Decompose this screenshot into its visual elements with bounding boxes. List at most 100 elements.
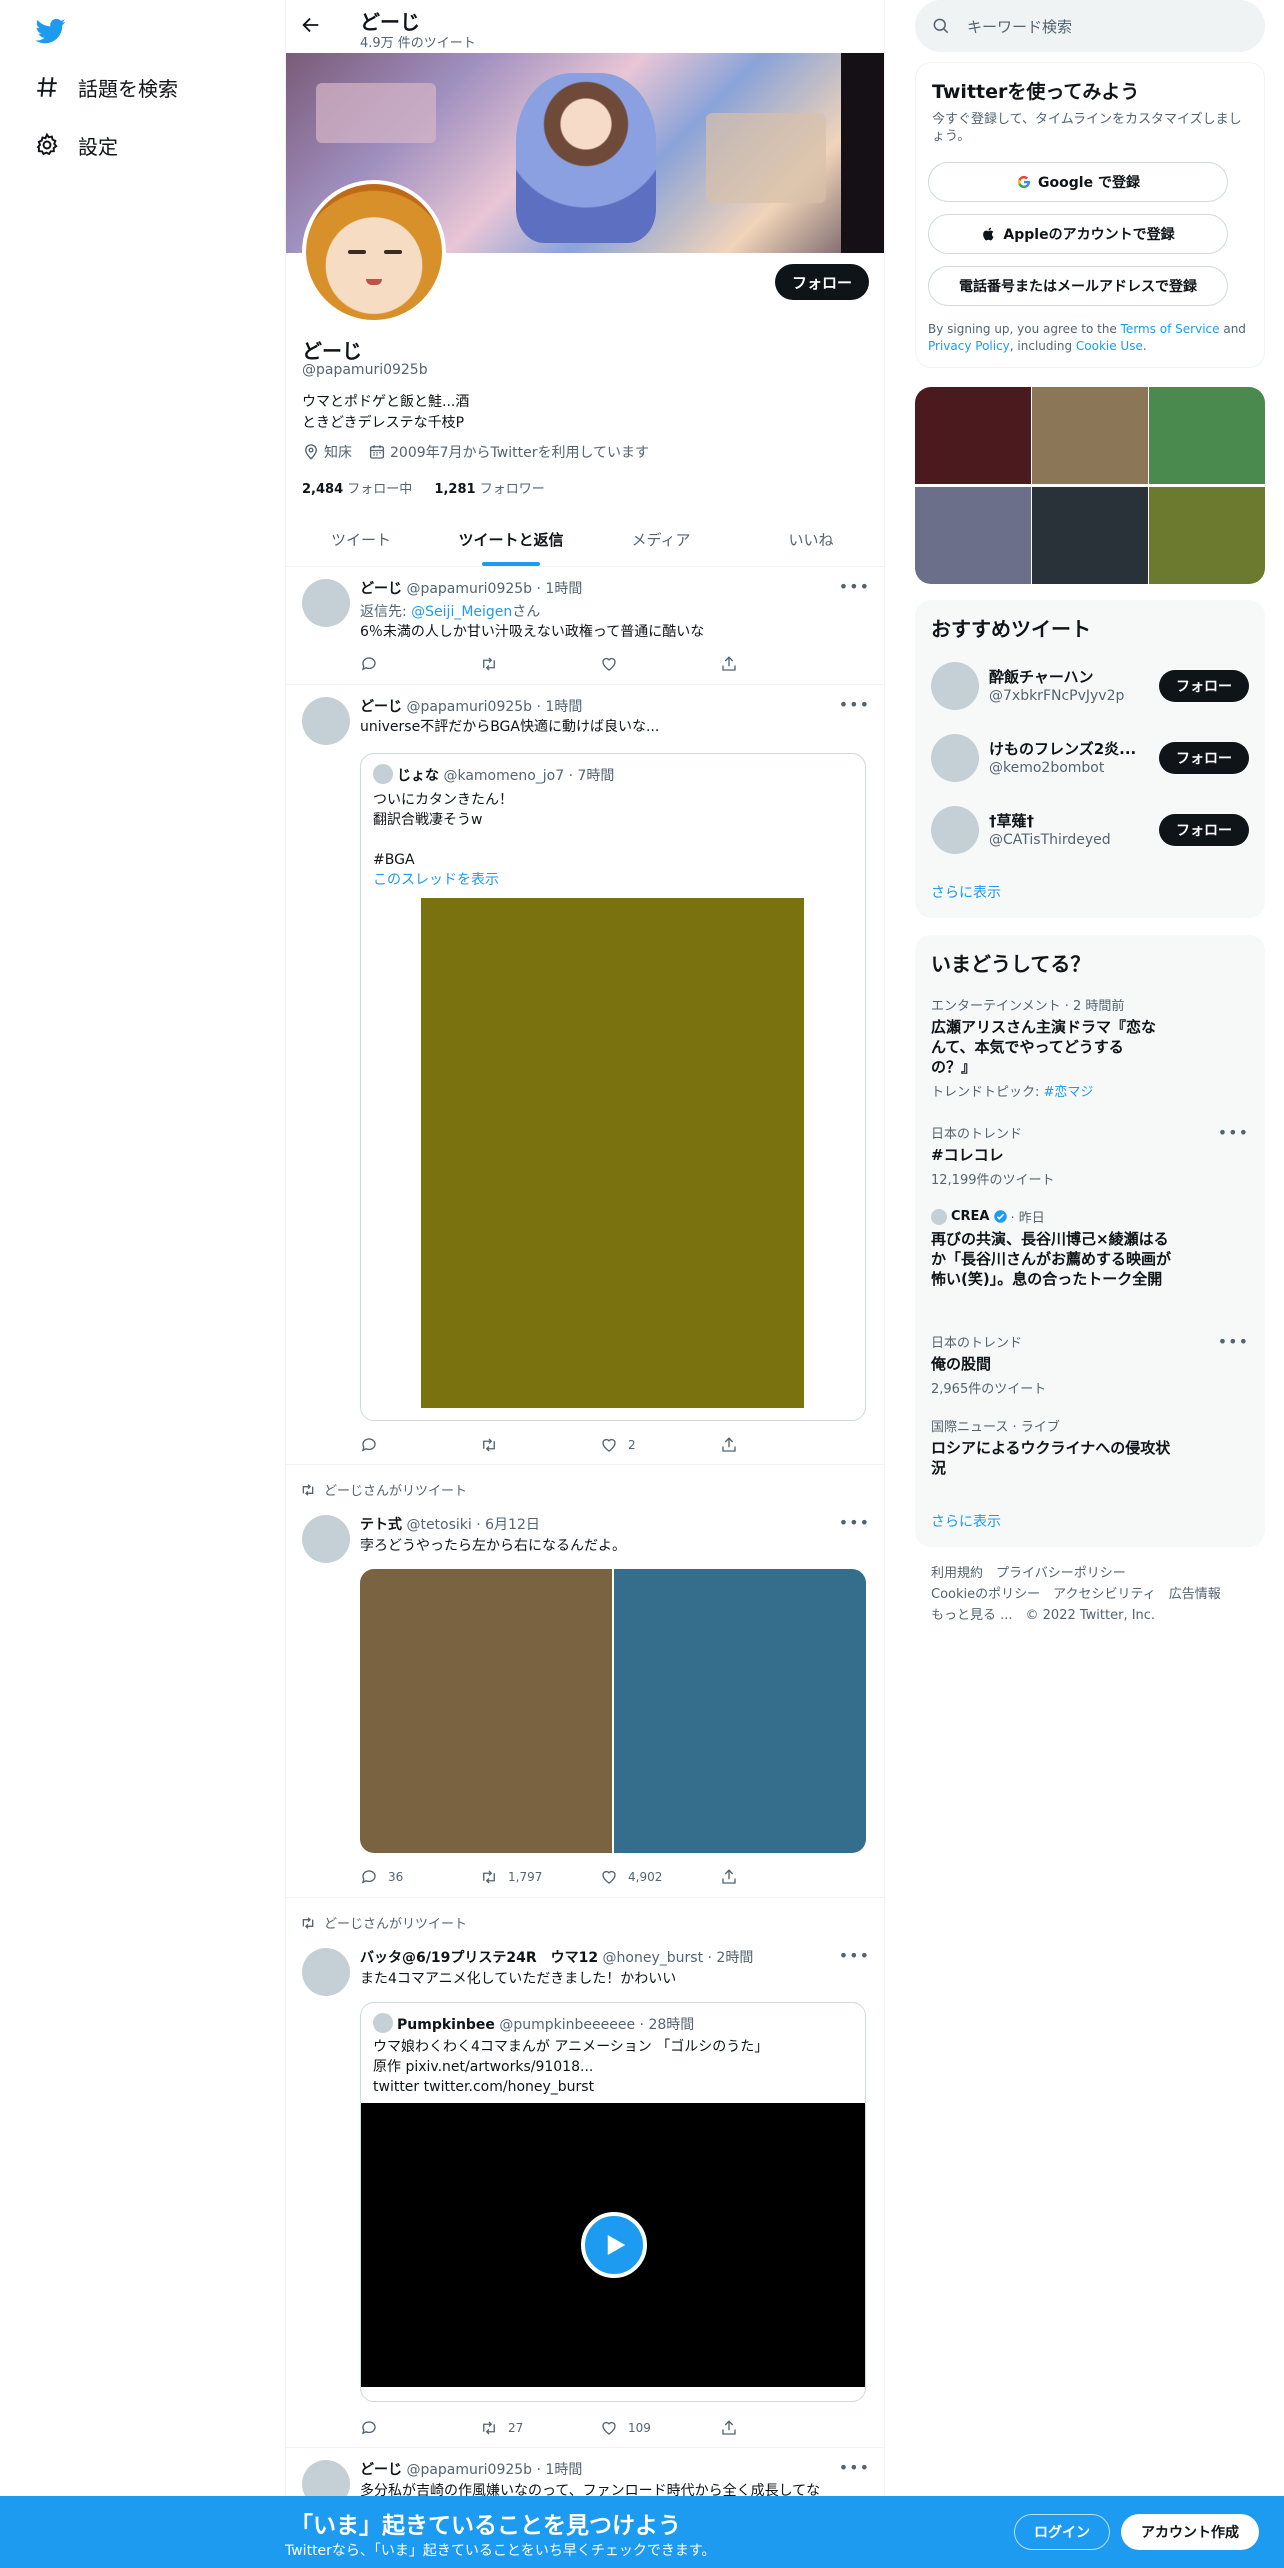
trend-topic-link[interactable]: #恋マジ <box>1044 1085 1094 1100</box>
reply-icon <box>361 2421 376 2435</box>
retweet-button[interactable] <box>480 1435 600 1455</box>
search-box[interactable]: キーワード検索 <box>915 0 1265 52</box>
trends-show-more[interactable]: さらに表示 <box>931 1511 1001 1531</box>
tweet-avatar[interactable] <box>302 1948 350 1996</box>
tweet-avatar[interactable] <box>302 1515 350 1563</box>
media-tile[interactable] <box>915 487 1031 584</box>
create-account-button[interactable]: アカウント作成 <box>1121 2514 1259 2550</box>
follow-button[interactable]: フォロー <box>1159 814 1249 846</box>
reply-button[interactable] <box>360 2418 480 2438</box>
quote-tweet[interactable]: Pumpkinbee @pumpkinbeeeeee · 28時間 ウマ娘わくわ… <box>360 2002 866 2402</box>
tweet-media-image[interactable] <box>360 1569 612 1853</box>
reply-to-link[interactable]: @Seiji_Meigen <box>411 604 512 620</box>
footer-line[interactable]: もっと見る ... © 2022 Twitter, Inc. <box>931 1605 1251 1626</box>
like-button[interactable]: 2 <box>600 1435 720 1455</box>
following-link[interactable]: 2,484 フォロー中 <box>302 482 412 497</box>
tweet-header: テト式 @tetosiki · 6月12日 <box>360 1517 540 1533</box>
avatar[interactable] <box>931 662 979 710</box>
more-icon[interactable]: ••• <box>1218 1123 1249 1142</box>
tweet-header: バッタ@6/19プリステ24R ウマ12 @honey_burst · 2時間 <box>360 1950 754 1966</box>
share-button[interactable] <box>720 2418 780 2438</box>
media-tile[interactable] <box>1149 487 1265 584</box>
retweet-button[interactable]: 27 <box>480 2418 600 2438</box>
profile-tabs: ツイート ツイートと返信 メディア いいね <box>286 513 884 567</box>
nav-settings[interactable]: 設定 <box>34 125 118 165</box>
more-icon[interactable]: ••• <box>839 1513 870 1532</box>
quote-avatar <box>373 2013 393 2033</box>
recommended-user[interactable]: けものフレンズ2炎... @kemo2bombot フォロー <box>915 722 1265 794</box>
phone-email-signup-button[interactable]: 電話番号またはメールアドレスで登録 <box>928 266 1228 306</box>
like-button[interactable]: 109 <box>600 2418 720 2438</box>
search-input[interactable]: キーワード検索 <box>967 16 1072 37</box>
cookie-link[interactable]: Cookie Use <box>1076 339 1143 353</box>
followers-link[interactable]: 1,281 フォロワー <box>434 482 544 497</box>
more-icon[interactable]: ••• <box>839 1946 870 1965</box>
share-icon <box>722 656 736 671</box>
tab-likes[interactable]: いいね <box>736 513 884 566</box>
avatar[interactable] <box>931 806 979 854</box>
recommended-user[interactable]: 酔飯チャーハン @7xbkrFNcPvJyv2p フォロー <box>915 650 1265 722</box>
recommended-user[interactable]: †草薙† @CATisThirdeyed フォロー <box>915 794 1265 866</box>
quote-video[interactable] <box>361 2103 865 2387</box>
apple-signup-button[interactable]: Appleのアカウントで登録 <box>928 214 1228 254</box>
tab-tweets[interactable]: ツイート <box>286 513 436 566</box>
tweet[interactable]: どーじ @papamuri0925b · 1時間 ••• universe不評だ… <box>286 685 884 1465</box>
share-button[interactable] <box>720 654 780 674</box>
more-icon[interactable]: ••• <box>839 695 870 714</box>
quote-header: じょな @kamomeno_jo7 · 7時間 <box>397 768 615 784</box>
follow-button[interactable]: フォロー <box>1159 670 1249 702</box>
quote-tweet[interactable]: じょな @kamomeno_jo7 · 7時間 ついにカタンきたん！ 翻訳合戦凄… <box>360 753 866 1421</box>
tweet[interactable]: どーじさんがリツイート テト式 @tetosiki · 6月12日 ••• 孛ろ… <box>286 1465 884 1898</box>
login-button[interactable]: ログイン <box>1014 2514 1110 2550</box>
reply-button[interactable] <box>360 1435 480 1455</box>
like-button[interactable]: 4,902 <box>600 1867 720 1887</box>
trend-item[interactable]: 日本のトレンド #コレコレ 12,199件のツイート <box>931 1123 1241 1188</box>
quote-media-image[interactable] <box>421 898 804 1408</box>
signup-panel: Twitterを使ってみよう 今すぐ登録して、タイムラインをカスタマイズしましょ… <box>915 62 1265 368</box>
trend-item[interactable]: CREA · 昨日 再びの共演、長谷川博己×綾瀬はるか「長谷川さんがお薦めする映… <box>931 1207 1171 1289</box>
main-column: どーじ 4.9万 件のツイート フォロー どーじ @papamuri0925b … <box>285 0 885 2568</box>
share-button[interactable] <box>720 1867 780 1887</box>
play-button[interactable] <box>581 2212 647 2278</box>
tweet-avatar[interactable] <box>302 697 350 745</box>
google-signup-button[interactable]: Google で登録 <box>928 162 1228 202</box>
more-icon[interactable]: ••• <box>1218 1332 1249 1351</box>
tweet-media-image[interactable] <box>614 1569 866 1853</box>
trend-item[interactable]: エンターテインメント · 2 時間前 広瀬アリスさん主演ドラマ『恋なんて、本気で… <box>931 995 1161 1100</box>
share-button[interactable] <box>720 1435 780 1455</box>
tab-media[interactable]: メディア <box>586 513 736 566</box>
nav-explore[interactable]: 話題を検索 <box>34 67 178 107</box>
retweet-button[interactable]: 1,797 <box>480 1867 600 1887</box>
tweet-media <box>360 1569 866 1853</box>
recommended-show-more[interactable]: さらに表示 <box>931 882 1001 902</box>
tweet-avatar[interactable] <box>302 579 350 627</box>
terms-link[interactable]: Terms of Service <box>1121 322 1220 336</box>
footer-line[interactable]: 利用規約 プライバシーポリシー <box>931 1563 1251 1584</box>
calendar-icon <box>369 445 385 459</box>
tab-tweets-and-replies[interactable]: ツイートと返信 <box>436 513 586 566</box>
reply-button[interactable]: 36 <box>360 1867 480 1887</box>
back-arrow-icon[interactable] <box>300 14 324 38</box>
more-icon[interactable]: ••• <box>839 577 870 596</box>
show-thread-link[interactable]: このスレッドを表示 <box>373 870 499 890</box>
reply-button[interactable] <box>360 654 480 674</box>
footer-line[interactable]: Cookieのポリシー アクセシビリティ 広告情報 <box>931 1584 1251 1605</box>
follow-button[interactable]: フォロー <box>1159 742 1249 774</box>
privacy-link[interactable]: Privacy Policy <box>928 339 1010 353</box>
media-tile[interactable] <box>1149 387 1265 484</box>
tweet[interactable]: どーじ @papamuri0925b · 1時間 ••• 返信先: @Seiji… <box>286 567 884 685</box>
follow-button[interactable]: フォロー <box>775 264 869 300</box>
profile-avatar[interactable] <box>302 180 446 324</box>
retweet-button[interactable] <box>480 654 600 674</box>
media-tile[interactable] <box>915 387 1031 484</box>
media-tile[interactable] <box>1032 387 1148 484</box>
trends-panel: いまどうしてる？ エンターテインメント · 2 時間前 広瀬アリスさん主演ドラマ… <box>915 935 1265 1547</box>
trend-item[interactable]: 日本のトレンド 俺の股間 2,965件のツイート <box>931 1332 1241 1397</box>
twitter-logo-icon[interactable] <box>34 14 66 46</box>
more-icon[interactable]: ••• <box>839 2458 870 2477</box>
media-tile[interactable] <box>1032 487 1148 584</box>
like-button[interactable] <box>600 654 720 674</box>
avatar[interactable] <box>931 734 979 782</box>
tweet[interactable]: どーじさんがリツイート バッタ@6/19プリステ24R ウマ12 @honey_… <box>286 1898 884 2448</box>
trend-item[interactable]: 国際ニュース · ライブ ロシアによるウクライナへの侵攻状況 <box>931 1416 1171 1478</box>
